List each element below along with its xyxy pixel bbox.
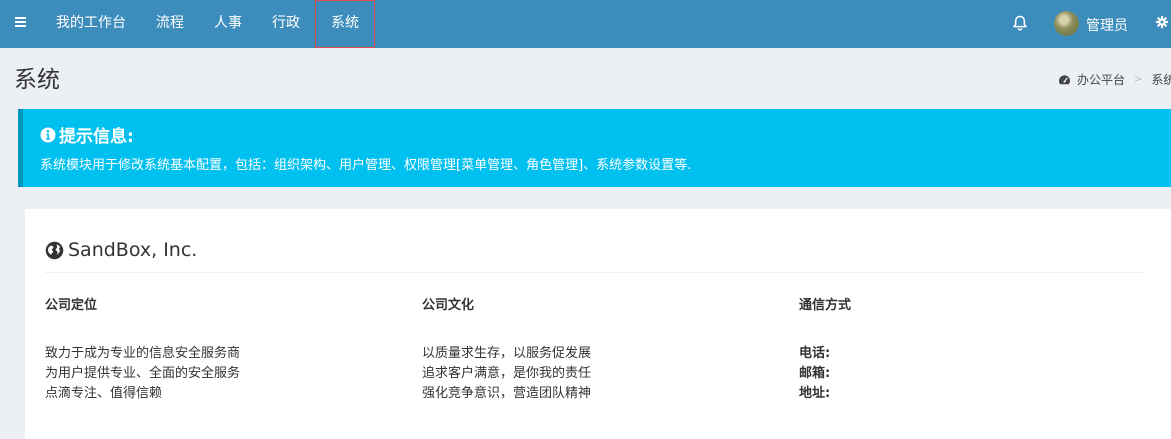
main-menu: 我的工作台 流程 人事 行政 系统 [41,0,375,48]
nav-item-hr[interactable]: 人事 [199,0,257,48]
email-label: 邮箱: [799,366,831,381]
company-box: SandBox, Inc. 公司定位 致力于成为专业的信息安全服务商 为用户提供… [25,209,1171,439]
avatar[interactable] [1054,11,1079,36]
menu-icon[interactable] [0,0,40,48]
callout-title: 提示信息: [40,122,134,147]
list-item: 以质量求生存，以服务促发展 [422,346,592,361]
bell-icon[interactable] [1011,14,1029,32]
company-name: SandBox, Inc. [68,239,198,261]
dashboard-icon [1059,75,1070,85]
nav-item-admin[interactable]: 行政 [257,0,315,48]
top-navbar: 我的工作台 流程 人事 行政 系统 管理员 [0,0,1171,48]
column-title: 公司定位 [45,298,98,313]
list-item: 致力于成为专业的信息安全服务商 [45,346,241,361]
column-contact: 通信方式 电话: 邮箱: 地址: [799,294,1129,404]
list-item: 为用户提供专业、全面的安全服务 [45,366,241,381]
contact-phone-label: 电话: [799,344,1129,364]
column-title: 通信方式 [799,298,852,313]
breadcrumb-home[interactable]: 办公平台 [1077,71,1125,88]
contact-email-label: 邮箱: [799,364,1129,384]
page-title: 系统 [14,67,60,93]
callout-title-text: 提示信息: [59,127,134,147]
breadcrumb: 办公平台 > 系统 [1058,71,1171,88]
callout-text: 系统模块用于修改系统基本配置，包括：组织架构、用户管理、权限管理[菜单管理、角色… [40,158,692,173]
nav-item-process[interactable]: 流程 [141,0,199,48]
breadcrumb-current: 系统 [1151,73,1171,87]
list-item: 强化竞争意识，营造团队精神 [422,386,592,401]
nav-item-system[interactable]: 系统 [315,0,375,48]
box-header: SandBox, Inc. [45,239,1145,273]
column-title: 公司文化 [422,298,475,313]
contact-address-label: 地址: [799,384,1129,404]
info-icon [40,127,56,142]
info-callout: 提示信息: 系统模块用于修改系统基本配置，包括：组织架构、用户管理、权限管理[菜… [18,109,1171,187]
globe-icon [45,241,64,260]
list-item: 追求客户满意，是你我的责任 [422,366,592,381]
user-name[interactable]: 管理员 [1086,15,1128,35]
column-positioning: 公司定位 致力于成为专业的信息安全服务商 为用户提供专业、全面的安全服务 点滴专… [45,294,375,404]
phone-label: 电话: [799,346,831,361]
list-item: 点滴专注、值得信赖 [45,386,163,401]
breadcrumb-separator: > [1134,74,1143,85]
gear-icon[interactable] [1155,14,1169,30]
nav-item-workbench[interactable]: 我的工作台 [41,0,141,48]
address-label: 地址: [799,386,831,401]
column-culture: 公司文化 以质量求生存，以服务促发展 追求客户满意，是你我的责任 强化竞争意识，… [422,294,752,404]
